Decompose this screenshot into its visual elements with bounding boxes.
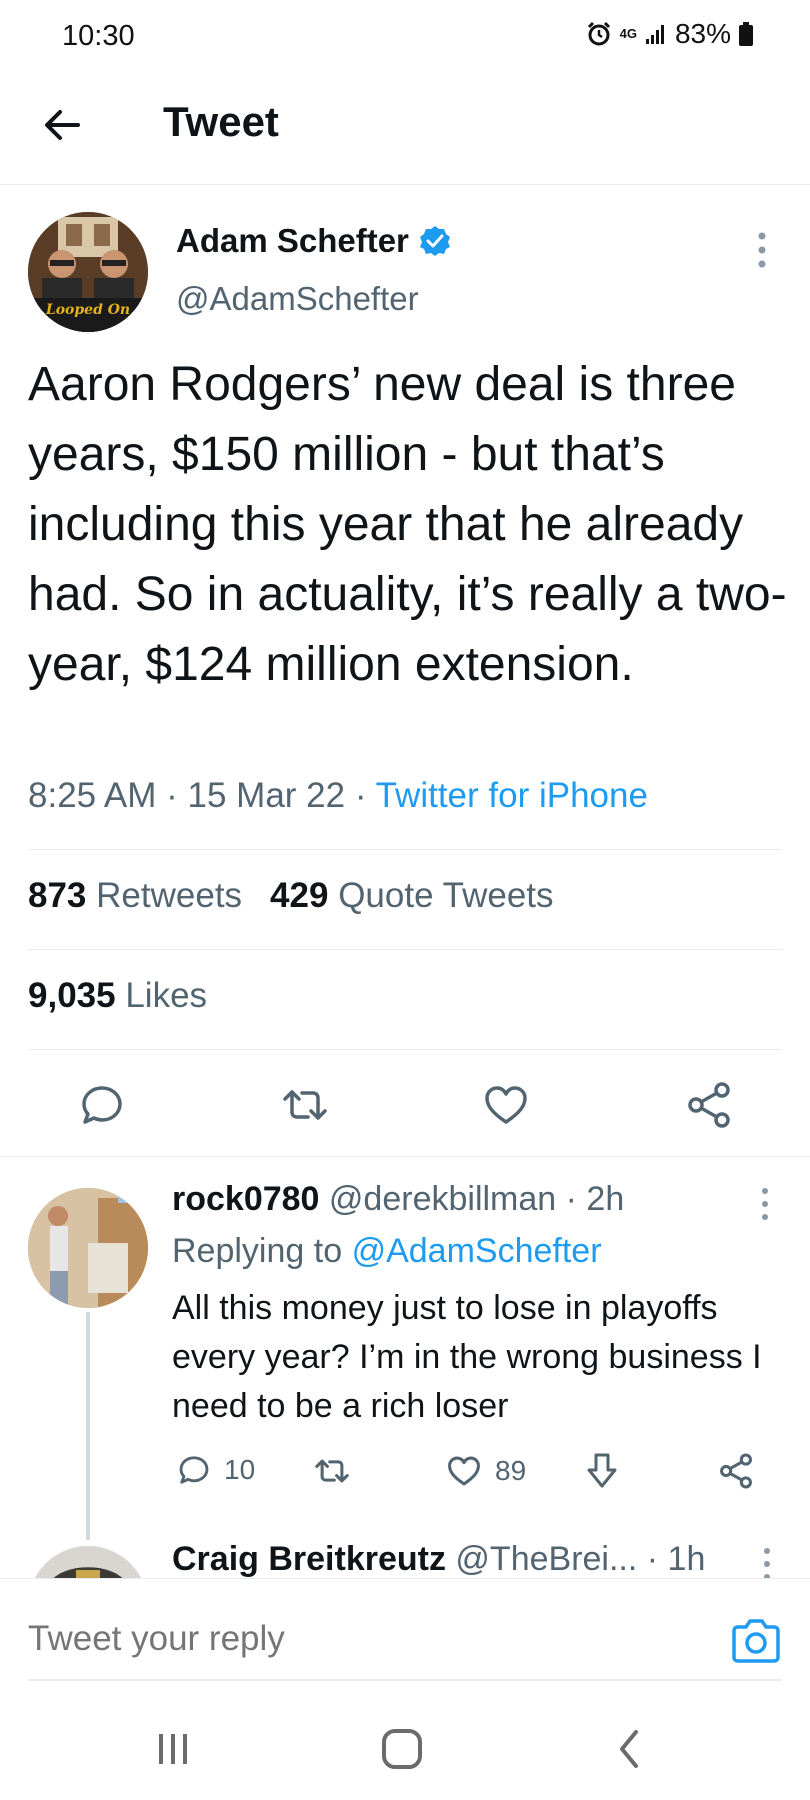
retweet-button[interactable] xyxy=(280,1080,330,1130)
reply-author-name[interactable]: rock0780 xyxy=(172,1180,319,1218)
author-avatar[interactable]: Looped On xyxy=(28,212,148,332)
reply-button[interactable] xyxy=(77,1080,127,1130)
more-vertical-icon xyxy=(764,1548,770,1580)
battery-icon xyxy=(739,22,753,46)
recents-icon xyxy=(159,1734,187,1764)
reply2-time: · 1h xyxy=(646,1540,706,1578)
author-name: Adam Schefter xyxy=(176,222,409,259)
retweet-icon xyxy=(315,1459,349,1483)
meta-separator: · xyxy=(156,776,188,815)
retweets-count: 873 xyxy=(28,876,87,915)
retweets-label: Retweets xyxy=(96,876,243,915)
reply-like-button[interactable]: 89 xyxy=(445,1452,526,1490)
tweet-date: 15 Mar 22 xyxy=(187,776,346,815)
comment-icon xyxy=(82,1086,122,1124)
signal-icon xyxy=(645,25,664,44)
back-button[interactable] xyxy=(38,100,88,150)
thread-line xyxy=(86,1312,90,1540)
author-name-row[interactable]: Adam Schefter xyxy=(176,222,451,260)
composer-underline xyxy=(28,1679,782,1681)
replying-to-handle[interactable]: @AdamSchefter xyxy=(352,1232,602,1270)
avatar-image xyxy=(28,1188,148,1308)
divider xyxy=(28,1049,782,1050)
retweets-stat[interactable]: 873 Retweets xyxy=(28,876,242,916)
more-vertical-icon xyxy=(758,232,766,268)
reply-time: · 2h xyxy=(565,1180,625,1218)
quote-tweets-label: Quote Tweets xyxy=(338,876,554,915)
nav-back-button[interactable] xyxy=(600,1724,660,1774)
battery-percent: 83% xyxy=(674,18,731,49)
likes-label: Likes xyxy=(125,976,208,1015)
nav-recents-button[interactable] xyxy=(143,1724,203,1774)
divider xyxy=(28,949,782,950)
reply-input[interactable] xyxy=(28,1609,708,1669)
arrow-down-icon xyxy=(587,1453,617,1488)
reply-avatar[interactable] xyxy=(28,1188,148,1308)
divider xyxy=(0,1156,810,1157)
reply2-more-button[interactable] xyxy=(758,1546,776,1582)
share-button[interactable] xyxy=(684,1080,734,1130)
likes-stat[interactable]: 9,035 Likes xyxy=(28,976,207,1016)
reply-like-count: 89 xyxy=(495,1455,527,1486)
alarm-icon xyxy=(587,21,610,46)
chevron-left-icon xyxy=(620,1730,638,1768)
tweet-text: Aaron Rodgers’ new deal is three years, … xyxy=(28,358,787,691)
replying-to: Replying to @AdamSchefter xyxy=(172,1232,602,1271)
heart-icon xyxy=(485,1086,527,1124)
engagement-counts: 873 Retweets 429 Quote Tweets xyxy=(28,876,554,916)
verified-badge-icon xyxy=(419,226,450,256)
status-icons: 4G 83% xyxy=(586,18,753,50)
reply-retweet-button[interactable] xyxy=(313,1452,351,1490)
reply2-author-name[interactable]: Craig Breitkreutz xyxy=(172,1540,446,1578)
reply2-header: Craig Breitkreutz @TheBrei... · 1h xyxy=(172,1540,705,1579)
replying-to-prefix: Replying to xyxy=(172,1232,343,1270)
reply-author-handle[interactable]: @derekbillman xyxy=(329,1180,556,1218)
divider xyxy=(28,849,782,850)
retweet-icon xyxy=(283,1090,327,1120)
tweet-meta: 8:25 AM · 15 Mar 22 · Twitter for iPhone xyxy=(28,776,648,816)
share-icon xyxy=(720,1453,752,1489)
avatar-image: Looped On xyxy=(28,212,148,332)
reply-more-button[interactable] xyxy=(756,1186,774,1222)
divider xyxy=(0,184,810,185)
tweet-time: 8:25 AM xyxy=(28,776,157,815)
author-handle[interactable]: @AdamSchefter xyxy=(176,280,419,318)
quote-tweets-stat[interactable]: 429 Quote Tweets xyxy=(270,876,553,916)
camera-button[interactable] xyxy=(730,1615,782,1667)
page-title: Tweet xyxy=(163,98,279,145)
home-icon xyxy=(382,1729,422,1769)
meta-separator: · xyxy=(345,776,376,815)
arrow-left-icon xyxy=(45,110,80,140)
reply-vote-down-button[interactable] xyxy=(585,1452,619,1490)
more-vertical-icon xyxy=(762,1188,768,1220)
reply-composer xyxy=(0,1578,810,1800)
avatar-logo-text: Looped On xyxy=(45,302,130,318)
network-type: 4G xyxy=(619,26,637,41)
more-options-button[interactable] xyxy=(752,230,772,270)
reply-comment-button[interactable]: 10 xyxy=(176,1452,255,1488)
reply-header: rock0780 @derekbillman · 2h xyxy=(172,1180,624,1219)
nav-home-button[interactable] xyxy=(372,1724,432,1774)
heart-icon xyxy=(448,1456,480,1486)
reply-comment-count: 10 xyxy=(224,1454,256,1485)
like-button[interactable] xyxy=(481,1080,531,1130)
reply2-author-handle[interactable]: @TheBrei... xyxy=(455,1540,637,1578)
reply-text: All this money just to lose in playoffs … xyxy=(172,1289,762,1425)
quote-tweets-count: 429 xyxy=(270,876,329,915)
comment-icon xyxy=(179,1456,209,1484)
reply-share-button[interactable] xyxy=(717,1452,755,1490)
tweet-source-link[interactable]: Twitter for iPhone xyxy=(376,776,648,815)
likes-count: 9,035 xyxy=(28,976,116,1015)
status-time: 10:30 xyxy=(62,20,135,52)
share-icon xyxy=(688,1082,730,1128)
camera-icon xyxy=(732,1619,780,1663)
